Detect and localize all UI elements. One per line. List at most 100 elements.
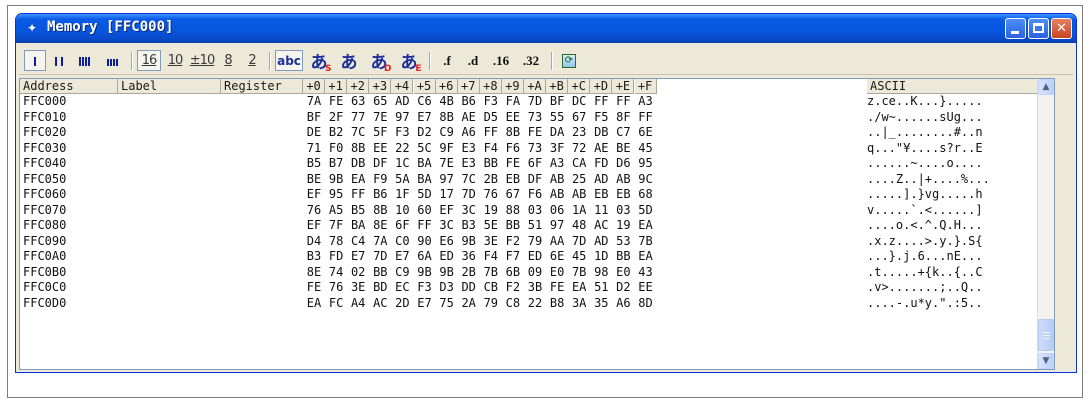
memory-row[interactable]: FFC060 EF 95 FF B6 1F 5D 17 7D 76 67 F6 AB AB EB EB 68..… [20,187,1039,203]
byte-cell[interactable]: E7 [346,249,370,264]
byte-cell[interactable]: 73 [523,141,547,156]
byte-cell[interactable]: E0 [545,265,569,280]
byte-cell[interactable]: 03 [611,203,635,218]
byte-cell[interactable]: CA [567,156,591,171]
byte-cell[interactable]: 7B [567,265,591,280]
memory-row[interactable]: FFC050 BE 9B EA F9 5A BA 97 7C 2B EB DF AB 25 AD AB 9C..… [20,172,1039,188]
byte-cell[interactable]: C9 [390,265,414,280]
byte-cell[interactable]: E6 [435,234,459,249]
row-ascii[interactable]: q..."¥....s?r..E [867,141,1037,156]
byte-cell[interactable]: F2 [501,280,525,295]
memory-row[interactable]: FFC0B0 8E 74 02 BB C9 9B 9B 2B 7B 6B 09 E0 7B 98 E0 43 .t… [20,265,1039,281]
byte-cell[interactable]: DF [368,156,392,171]
byte-cell[interactable]: AC [368,296,392,311]
memory-row[interactable]: FFC090 D4 78 C4 7A C0 90 E6 9B 3E F2 79 AA 7D AD 53 7B .x… [20,234,1039,250]
byte-cell[interactable]: 3E [346,280,370,295]
byte-cell[interactable]: B5 [302,156,326,171]
column-header-register[interactable]: Register [221,79,303,94]
byte-cell[interactable]: E7 [413,296,437,311]
radix-signed-dec-button[interactable]: ±10 [189,50,215,71]
byte-cell[interactable]: 8B [501,125,525,140]
column-header-offset[interactable]: +E [612,79,635,94]
byte-cell[interactable]: FC [324,296,348,311]
byte-cell[interactable]: B2 [324,125,348,140]
byte-cell[interactable]: B3 [457,218,481,233]
memory-row[interactable]: FFC070 76 A5 B5 8B 10 60 EF 3C 19 88 03 06 1A 11 03 5D v.… [20,203,1039,219]
maximize-button[interactable] [1028,18,1049,39]
vertical-scrollbar[interactable]: ▲ ▼ [1037,79,1054,369]
byte-cell[interactable]: 2B [479,172,503,187]
byte-cell[interactable]: 8B [435,110,459,125]
byte-cell[interactable]: A3 [545,156,569,171]
byte-cell[interactable]: AB [545,187,569,202]
radix-hex-button[interactable]: 16 [137,50,161,71]
byte-cell[interactable]: F9 [368,172,392,187]
byte-cell[interactable]: 3E [479,234,503,249]
memory-row[interactable]: FFC0D0 EA FC A4 AC 2D E7 75 2A 79 C8 22 B8 3A 35 A6 8D..… [20,296,1039,312]
byte-cell[interactable]: 7E [435,156,459,171]
byte-cell[interactable]: E3 [457,141,481,156]
byte-cell[interactable]: FF [346,187,370,202]
byte-cell[interactable]: 11 [589,203,613,218]
column-header-offset[interactable]: +4 [391,79,414,94]
byte-cell[interactable]: FE [545,280,569,295]
byte-cell[interactable]: F5 [589,110,613,125]
byte-cell[interactable]: A6 [457,125,481,140]
byte-cell[interactable]: 7A [302,94,326,109]
byte-cell[interactable]: 06 [545,203,569,218]
byte-cell[interactable]: C9 [435,125,459,140]
byte-cell[interactable]: BE [611,141,635,156]
byte-cell[interactable]: EE [501,110,525,125]
column-header-offset[interactable]: +1 [325,79,348,94]
byte-cell[interactable]: BF [302,110,326,125]
byte-cell[interactable]: F3 [479,94,503,109]
memory-row[interactable]: FFC020 DE B2 7C 5F F3 D2 C9 A6 FF 8B FE DA 23 DB C7 6E..… [20,125,1039,141]
row-ascii[interactable]: ....o.<.^.Q.H... [867,218,1037,233]
byte-cell[interactable]: 95 [634,156,658,171]
byte-cell[interactable]: 5D [413,187,437,202]
memory-row[interactable]: FFC040 B5 B7 DB DF 1C BA 7E E3 BB FE 6F A3 CA FD D6 95..… [20,156,1039,172]
byte-cell[interactable]: E0 [611,265,635,280]
byte-cell[interactable]: A6 [611,296,635,311]
byte-cell[interactable]: DE [302,125,326,140]
byte-cell[interactable]: 3B [523,280,547,295]
byte-cell[interactable]: 71 [302,141,326,156]
row-ascii[interactable]: ...}.j.6...nE... [867,249,1037,264]
byte-cell[interactable]: 76 [479,187,503,202]
byte-cell[interactable]: DD [457,280,481,295]
ascii-text-button[interactable]: abc [275,50,303,71]
byte-cell[interactable]: BA [413,156,437,171]
byte-cell[interactable]: EA [302,296,326,311]
byte-cell[interactable]: FE [501,156,525,171]
byte-cell[interactable]: 6E [545,249,569,264]
byte-cell[interactable]: 17 [435,187,459,202]
byte-cell[interactable]: 9B [413,265,437,280]
byte-cell[interactable]: A5 [324,203,348,218]
column-header-offset[interactable]: +B [546,79,569,94]
byte-cell[interactable]: 6F [390,218,414,233]
byte-cell[interactable]: E7 [390,249,414,264]
byte-cell[interactable]: ED [435,249,459,264]
byte-cell[interactable]: A3 [634,94,658,109]
byte-cell[interactable]: F3 [390,125,414,140]
byte-cell[interactable]: BA [346,218,370,233]
byte-cell[interactable]: B3 [302,249,326,264]
byte-cell[interactable]: AC [589,218,613,233]
byte-cell[interactable]: 22 [390,141,414,156]
byte-cell[interactable]: EE [634,280,658,295]
byte-cell[interactable]: 2A [457,296,481,311]
byte-cell[interactable]: 7F [324,218,348,233]
byte-cell[interactable]: F2 [501,234,525,249]
byte-cell[interactable]: AB [545,172,569,187]
byte-cell[interactable]: E7 [413,110,437,125]
byte-cell[interactable]: 3C [435,218,459,233]
byte-cell[interactable]: B6 [457,94,481,109]
byte-cell[interactable]: 1A [567,203,591,218]
byte-cell[interactable]: 53 [611,234,635,249]
byte-cell[interactable]: D2 [413,125,437,140]
row-ascii[interactable]: z.ce..K...}..... [867,94,1037,109]
byte-cell[interactable]: 72 [567,141,591,156]
byte-cell[interactable]: AE [457,110,481,125]
scroll-down-button[interactable]: ▼ [1038,353,1054,369]
byte-cell[interactable]: C0 [390,234,414,249]
